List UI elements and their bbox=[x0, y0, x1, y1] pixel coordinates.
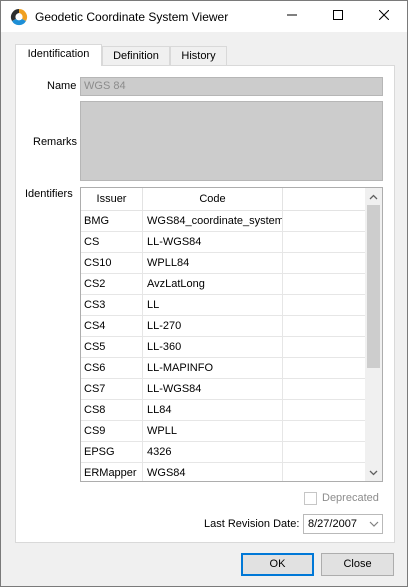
tab-identification[interactable]: Identification bbox=[15, 44, 102, 66]
minimize-icon bbox=[287, 10, 297, 23]
table-row[interactable]: ERMapper WGS84 bbox=[81, 463, 366, 481]
issuer-cell: CS2 bbox=[81, 274, 143, 295]
ok-button[interactable]: OK bbox=[241, 553, 314, 576]
code-cell: LL-360 bbox=[143, 337, 283, 358]
code-cell: WPLL84 bbox=[143, 253, 283, 274]
remarks-field bbox=[80, 101, 383, 181]
last-revision-label: Last Revision Date: bbox=[204, 518, 300, 530]
table-row[interactable]: CS LL-WGS84 bbox=[81, 232, 366, 253]
issuer-cell: CS5 bbox=[81, 337, 143, 358]
column-header-code[interactable]: Code bbox=[143, 188, 283, 211]
code-cell: WPLL bbox=[143, 421, 283, 442]
close-icon bbox=[378, 9, 390, 23]
identifiers-table[interactable]: Issuer Code BMG WGS84_coordinate_system C… bbox=[80, 187, 383, 482]
issuer-cell: CS6 bbox=[81, 358, 143, 379]
code-cell: WGS84_coordinate_system bbox=[143, 211, 283, 232]
issuer-cell: CS4 bbox=[81, 316, 143, 337]
issuer-cell: CS bbox=[81, 232, 143, 253]
maximize-icon bbox=[333, 10, 343, 23]
code-cell: LL-WGS84 bbox=[143, 232, 283, 253]
remarks-label: Remarks bbox=[33, 136, 78, 148]
table-row[interactable]: CS4 LL-270 bbox=[81, 316, 366, 337]
geodetic-app-icon bbox=[10, 8, 28, 26]
issuer-cell: EPSG bbox=[81, 442, 143, 463]
issuer-cell: ERMapper bbox=[81, 463, 143, 481]
window-title: Geodetic Coordinate System Viewer bbox=[35, 10, 229, 24]
table-row[interactable]: CS10 WPLL84 bbox=[81, 253, 366, 274]
deprecated-checkbox[interactable]: Deprecated bbox=[304, 491, 379, 505]
scrollbar-thumb[interactable] bbox=[367, 205, 380, 368]
table-row[interactable]: BMG WGS84_coordinate_system bbox=[81, 211, 366, 232]
issuer-cell: CS10 bbox=[81, 253, 143, 274]
table-row[interactable]: CS5 LL-360 bbox=[81, 337, 366, 358]
table-row[interactable]: CS2 AvzLatLong bbox=[81, 274, 366, 295]
vertical-scrollbar[interactable] bbox=[365, 188, 382, 481]
deprecated-label: Deprecated bbox=[322, 492, 379, 504]
code-cell: LL-270 bbox=[143, 316, 283, 337]
scroll-up-button[interactable] bbox=[365, 188, 382, 205]
table-row[interactable]: CS9 WPLL bbox=[81, 421, 366, 442]
last-revision-date-value: 8/27/2007 bbox=[308, 518, 357, 530]
chevron-down-icon bbox=[369, 467, 378, 479]
column-header-issuer[interactable]: Issuer bbox=[81, 188, 143, 211]
issuer-cell: CS8 bbox=[81, 400, 143, 421]
chevron-up-icon bbox=[369, 191, 378, 203]
close-window-button[interactable] bbox=[361, 1, 407, 32]
dialog-window: Geodetic Coordinate System Viewer Identi… bbox=[0, 0, 408, 587]
table-row[interactable]: CS8 LL84 bbox=[81, 400, 366, 421]
tab-history[interactable]: History bbox=[170, 46, 227, 66]
code-cell: LL84 bbox=[143, 400, 283, 421]
scroll-down-button[interactable] bbox=[365, 464, 382, 481]
chevron-down-icon[interactable] bbox=[369, 518, 379, 534]
code-cell: LL-WGS84 bbox=[143, 379, 283, 400]
code-cell: AvzLatLong bbox=[143, 274, 283, 295]
identifiers-label: Identifiers bbox=[25, 188, 73, 200]
table-row[interactable]: CS6 LL-MAPINFO bbox=[81, 358, 366, 379]
table-header: Issuer Code bbox=[81, 188, 366, 211]
minimize-button[interactable] bbox=[269, 1, 315, 32]
issuer-cell: CS7 bbox=[81, 379, 143, 400]
title-bar: Geodetic Coordinate System Viewer bbox=[1, 1, 407, 32]
checkbox-box[interactable] bbox=[304, 491, 317, 505]
issuer-cell: BMG bbox=[81, 211, 143, 232]
code-cell: 4326 bbox=[143, 442, 283, 463]
maximize-button[interactable] bbox=[315, 1, 361, 32]
code-cell: LL-MAPINFO bbox=[143, 358, 283, 379]
table-row[interactable]: EPSG 4326 bbox=[81, 442, 366, 463]
last-revision-date-picker[interactable]: 8/27/2007 bbox=[303, 514, 383, 534]
issuer-cell: CS3 bbox=[81, 295, 143, 316]
table-rows: BMG WGS84_coordinate_system CS LL-WGS84 CS… bbox=[81, 211, 366, 481]
code-cell: LL bbox=[143, 295, 283, 316]
table-row[interactable]: CS3 LL bbox=[81, 295, 366, 316]
tab-definition[interactable]: Definition bbox=[102, 46, 170, 66]
name-field: WGS 84 bbox=[80, 77, 383, 96]
name-label: Name bbox=[47, 80, 77, 92]
table-row[interactable]: CS7 LL-WGS84 bbox=[81, 379, 366, 400]
code-cell: WGS84 bbox=[143, 463, 283, 481]
close-button[interactable]: Close bbox=[321, 553, 394, 576]
issuer-cell: CS9 bbox=[81, 421, 143, 442]
